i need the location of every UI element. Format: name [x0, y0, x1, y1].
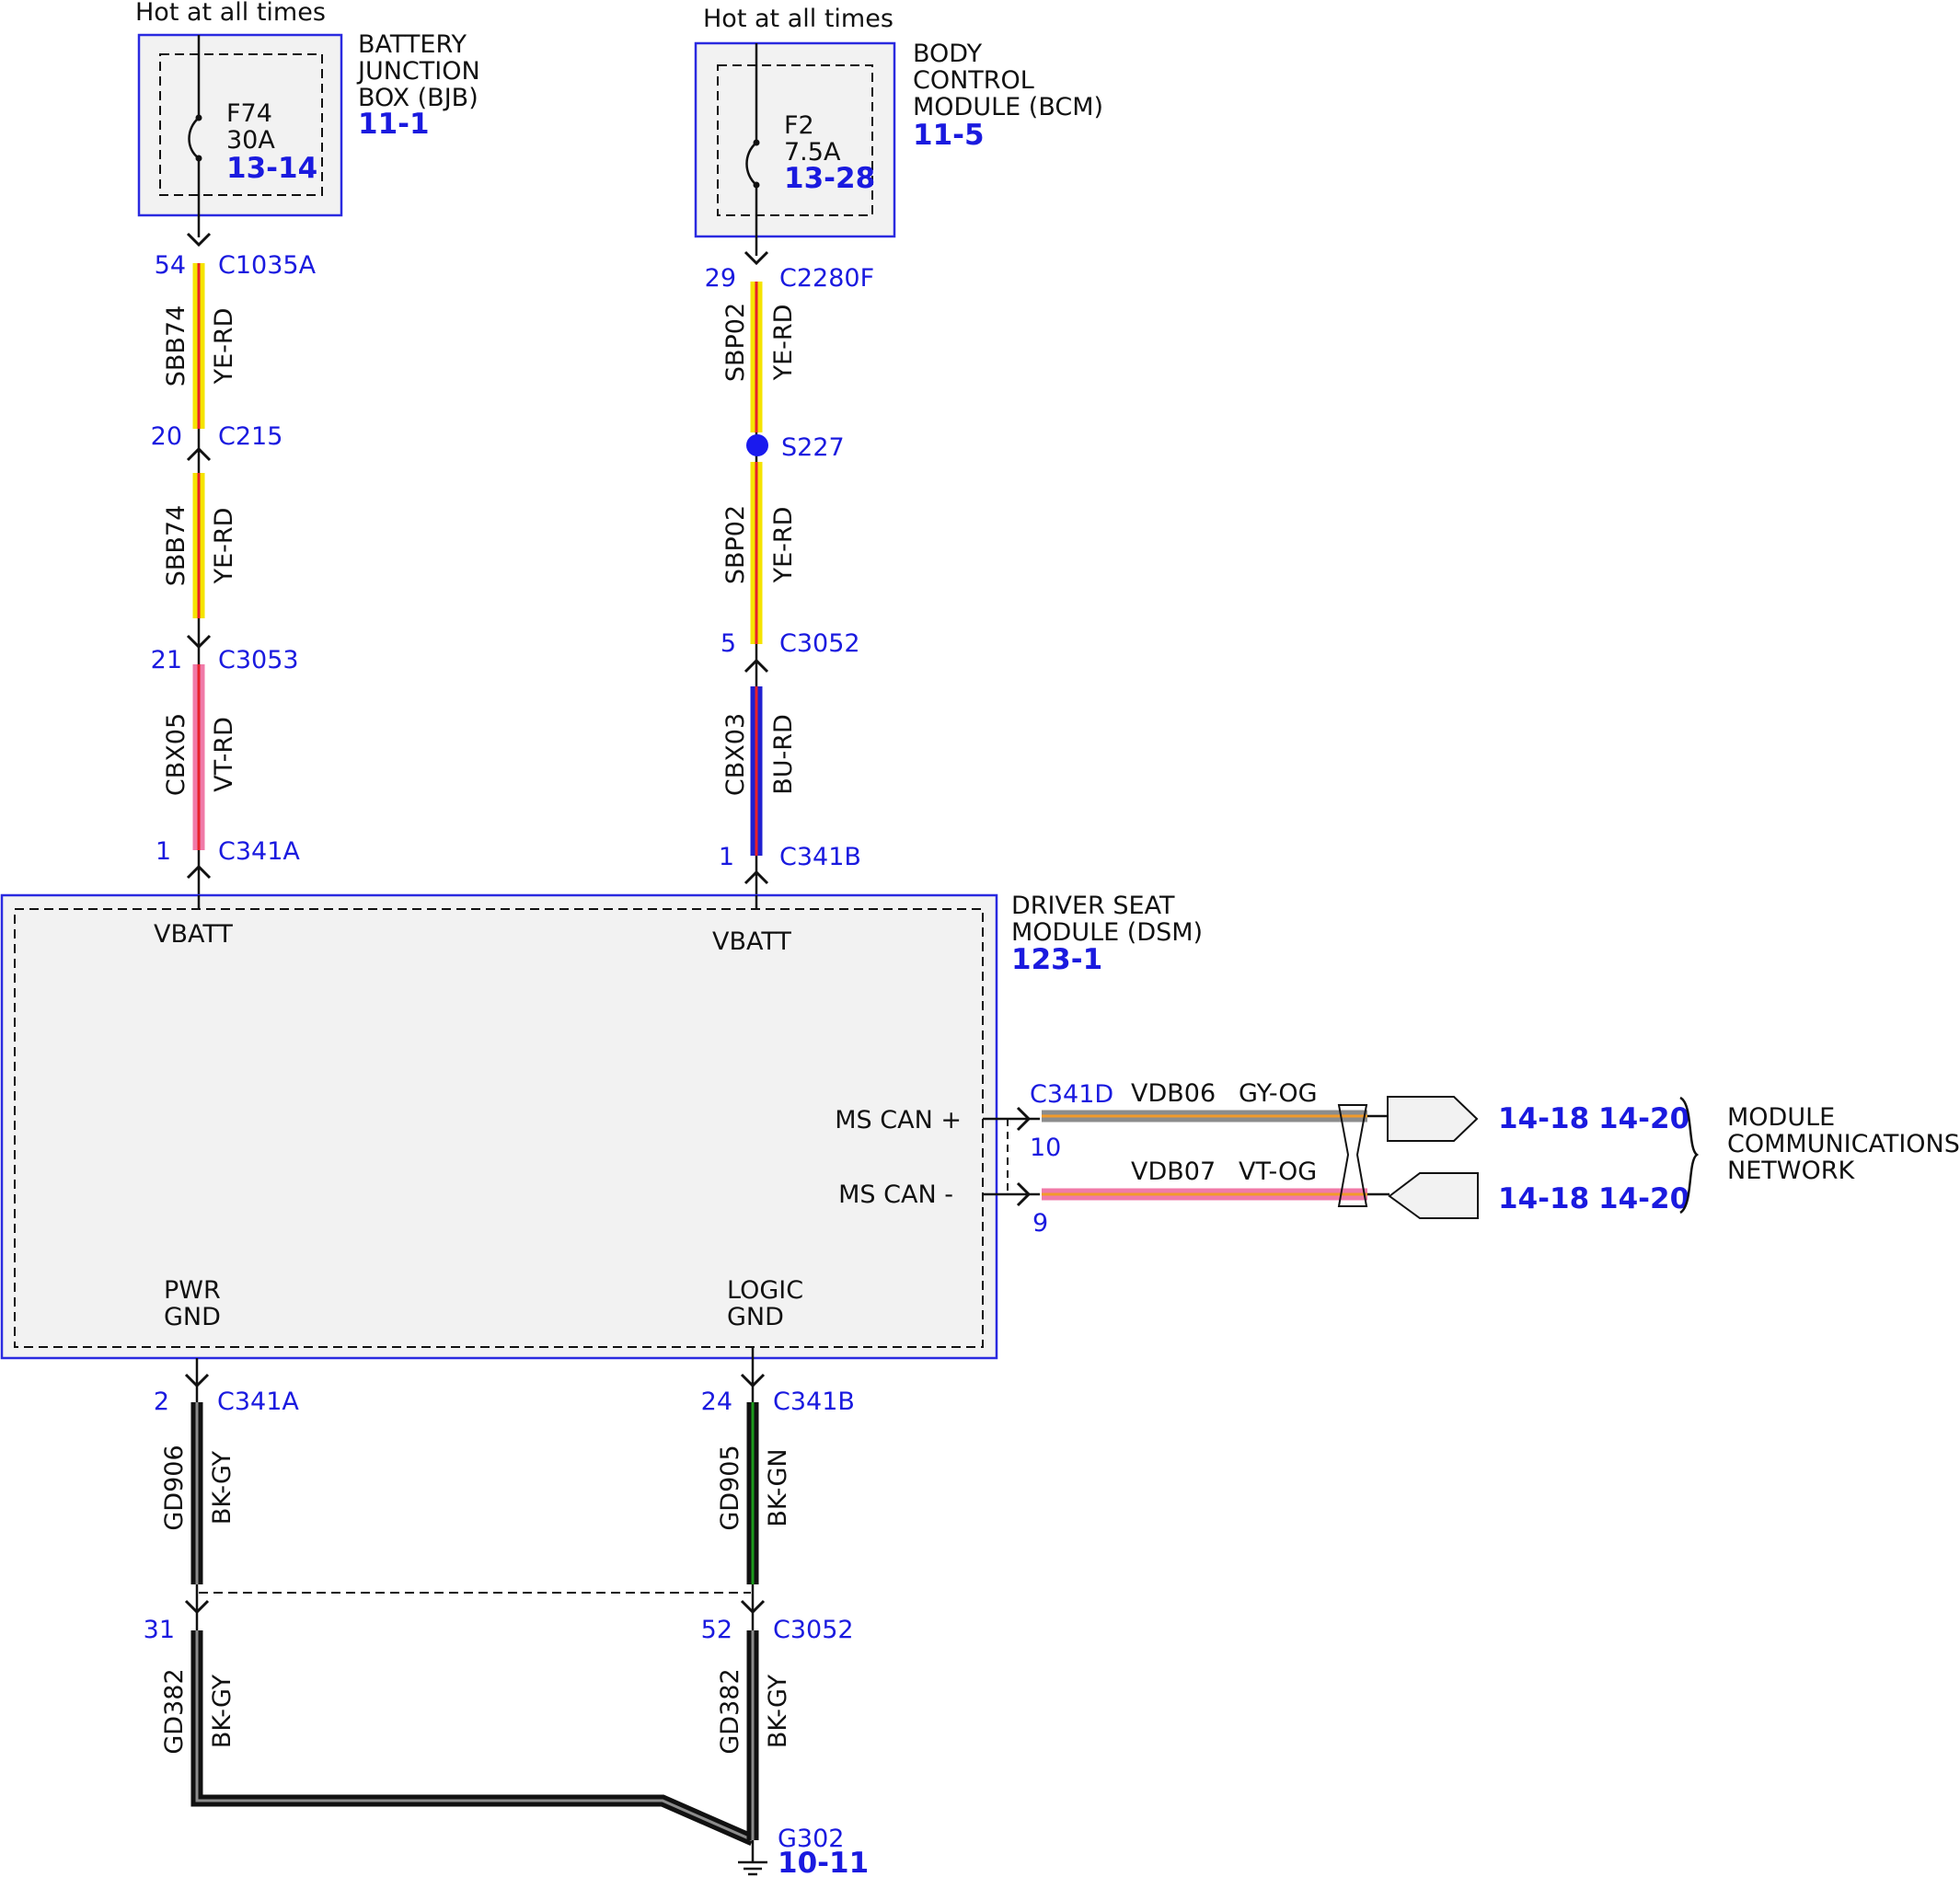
c3052-pin: 5 — [721, 629, 736, 658]
gnd-right-c341b-label[interactable]: C341B — [773, 1388, 855, 1416]
can-minus-ref-1[interactable]: 14-18 — [1498, 1182, 1589, 1215]
fuse-f2-id: F2 — [784, 111, 814, 140]
gnd-left-c341a-pin: 2 — [154, 1388, 169, 1416]
wire-gd382-right-circuit: GD382 — [716, 1668, 744, 1754]
bcm-ref[interactable]: 11-5 — [913, 119, 985, 152]
wire-gd906-circuit: GD906 — [160, 1445, 189, 1530]
left-power-circuit: 54 C1035A SBB74 YE-RD 20 C215 SBB74 YE-R… — [151, 232, 317, 909]
network-label-line-3: NETWORK — [1727, 1157, 1855, 1185]
wire-sbp02-upper-circuit: SBP02 — [721, 303, 750, 382]
can-plus-ref-2[interactable]: 14-20 — [1598, 1102, 1689, 1135]
wire-sbb74-upper-circuit: SBB74 — [162, 305, 190, 387]
c215-pin: 20 — [151, 422, 182, 451]
gnd-right-c3052-pin: 52 — [701, 1616, 732, 1644]
bjb-name-line-1: BATTERY — [358, 30, 467, 59]
bjb-name-line-2: JUNCTION — [356, 57, 480, 86]
wire-sbp02-lower-circuit: SBP02 — [721, 505, 750, 584]
splice-s227-icon — [746, 434, 768, 456]
c2280f-pin: 29 — [705, 264, 736, 293]
c3053-pin: 21 — [151, 646, 182, 674]
wire-vdb07-color: VT-OG — [1239, 1157, 1317, 1186]
wire-gd905-color: BK-GN — [764, 1448, 792, 1526]
wire-gd382-right-color: BK-GY — [764, 1674, 792, 1748]
wire-gd906-color: BK-GY — [208, 1450, 236, 1525]
dsm-pwr-gnd-line-1: PWR — [164, 1276, 221, 1305]
wiring-diagram: Hot at all times BATTERY JUNCTION BOX (B… — [0, 0, 1960, 1877]
dsm-logic-gnd-line-2: GND — [727, 1303, 784, 1331]
wire-gd382-left-color: BK-GY — [208, 1674, 236, 1748]
c1035a-label[interactable]: C1035A — [218, 251, 317, 280]
wire-gd382-left-circuit: GD382 — [160, 1668, 189, 1754]
right-ground-circuit: 24 C341B GD905 BK-GN 52 C3052 GD382 BK-G… — [701, 1346, 855, 1840]
fuse-f74-id: F74 — [226, 99, 272, 128]
right-power-circuit: 29 C2280F SBP02 YE-RD S227 SBP02 YE-RD 5… — [705, 250, 874, 909]
dsm-name-line-1: DRIVER SEAT — [1011, 892, 1175, 920]
dsm-ms-can-minus: MS CAN - — [838, 1180, 953, 1209]
dsm-vbatt-left: VBATT — [154, 920, 233, 949]
can-minus-ref-2[interactable]: 14-20 — [1598, 1182, 1689, 1215]
fuse-f74-rating: 30A — [226, 126, 275, 155]
ms-can-network: C341D 10 9 VDB06 GY-OG VDB07 VT-OG 14-18… — [983, 1079, 1960, 1238]
wire-gd905-circuit: GD905 — [716, 1445, 744, 1530]
can-minus-flag-icon[interactable] — [1388, 1172, 1479, 1219]
bcm-hot-label: Hot at all times — [703, 5, 894, 33]
c2280f-label[interactable]: C2280F — [779, 264, 874, 293]
wire-sbb74-lower-color: YE-RD — [210, 508, 238, 585]
bcm-name-line-1: BODY — [913, 40, 983, 68]
c3052-label[interactable]: C3052 — [779, 629, 860, 658]
fuse-f2-ref[interactable]: 13-28 — [784, 162, 875, 195]
bjb-ref[interactable]: 11-1 — [358, 108, 430, 141]
gnd-right-c3052-label[interactable]: C3052 — [773, 1616, 854, 1644]
c215-label[interactable]: C215 — [218, 422, 282, 451]
c1035a-pin: 54 — [155, 251, 186, 280]
wire-gd382-left — [190, 1630, 755, 1846]
gnd-right-c341b-pin: 24 — [701, 1388, 732, 1416]
fuse-f74-ref[interactable]: 13-14 — [226, 152, 317, 185]
wire-vdb06-circuit: VDB06 — [1131, 1079, 1216, 1108]
network-label-line-1: MODULE — [1727, 1103, 1835, 1132]
can-minus-pin: 9 — [1032, 1209, 1048, 1238]
splice-s227-label[interactable]: S227 — [781, 433, 845, 462]
gnd-left-c341a-label[interactable]: C341A — [217, 1388, 299, 1416]
c3053-label[interactable]: C3053 — [218, 646, 299, 674]
gnd-left-c3052-pin: 31 — [144, 1616, 175, 1644]
c341a-label[interactable]: C341A — [218, 837, 300, 866]
dsm-ref[interactable]: 123-1 — [1011, 943, 1102, 976]
bjb-hot-label: Hot at all times — [135, 0, 326, 27]
left-ground-circuit: 2 C341A GD906 BK-GY 31 GD382 BK-GY — [144, 1358, 755, 1846]
network-label-line-2: COMMUNICATIONS — [1727, 1130, 1960, 1158]
can-plus-pin: 10 — [1030, 1134, 1061, 1162]
bcm-name-line-2: CONTROL — [913, 66, 1034, 95]
bcm-name-line-3: MODULE (BCM) — [913, 93, 1103, 121]
dsm-logic-gnd-line-1: LOGIC — [727, 1276, 803, 1305]
wire-sbp02-lower-color: YE-RD — [769, 507, 798, 584]
battery-junction-box: Hot at all times BATTERY JUNCTION BOX (B… — [135, 0, 480, 237]
can-plus-ref-1[interactable]: 14-18 — [1498, 1102, 1589, 1135]
c341b-label[interactable]: C341B — [779, 843, 861, 871]
wire-cbx03-color: BU-RD — [769, 714, 798, 795]
wire-sbb74-upper-color: YE-RD — [210, 308, 238, 386]
dsm-ms-can-plus: MS CAN + — [835, 1106, 962, 1134]
c341b-pin: 1 — [719, 843, 734, 871]
dsm-vbatt-right: VBATT — [712, 927, 791, 956]
wire-sbp02-upper-color: YE-RD — [769, 305, 798, 382]
c341d-label[interactable]: C341D — [1030, 1080, 1113, 1109]
wire-sbb74-lower-circuit: SBB74 — [162, 505, 190, 587]
dsm-pwr-gnd-line-2: GND — [164, 1303, 221, 1331]
c341a-pin: 1 — [156, 837, 171, 866]
can-plus-flag-icon[interactable] — [1387, 1096, 1479, 1142]
g302-ref[interactable]: 10-11 — [778, 1847, 869, 1877]
wire-cbx03-circuit: CBX03 — [721, 713, 750, 796]
wire-cbx05-circuit: CBX05 — [162, 713, 190, 796]
wire-vdb07-circuit: VDB07 — [1131, 1157, 1216, 1186]
body-control-module: Hot at all times BODY CONTROL MODULE (BC… — [694, 5, 1103, 256]
wire-cbx05-color: VT-RD — [210, 717, 238, 792]
wire-vdb06-color: GY-OG — [1239, 1079, 1318, 1108]
